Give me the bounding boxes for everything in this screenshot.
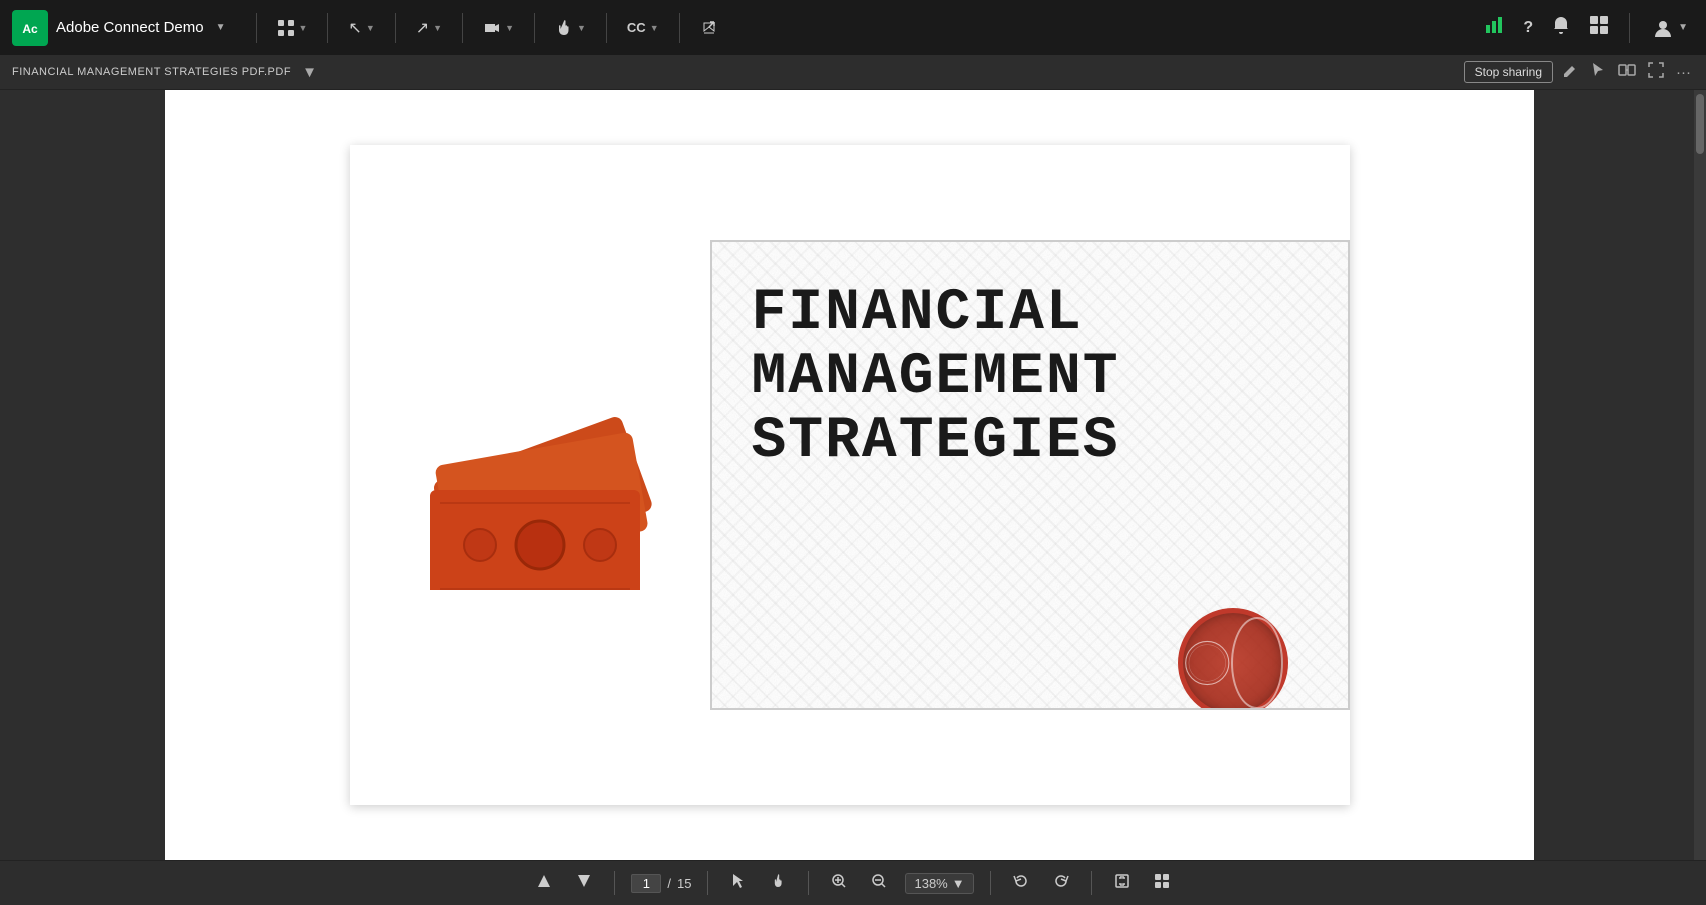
- next-page-button[interactable]: [570, 869, 598, 898]
- main-area: FINANCIAL MANAGEMENT STRATEGIES: [0, 90, 1706, 860]
- pdf-title-area: FINANCIAL MANAGEMENT STRATEGIES: [710, 240, 1350, 710]
- redo-button[interactable]: [1047, 869, 1075, 898]
- nav-divider-5: [534, 13, 535, 43]
- stop-sharing-button[interactable]: Stop sharing: [1464, 61, 1553, 83]
- zoom-dropdown-arrow: ▼: [952, 876, 965, 891]
- cc-dropdown-arrow: ▼: [650, 23, 659, 33]
- notifications-button[interactable]: [1547, 11, 1575, 44]
- zoom-out-button[interactable]: [865, 869, 893, 898]
- previous-page-button[interactable]: [530, 869, 558, 898]
- share-button[interactable]: [694, 15, 724, 41]
- pointer-icon: ↗: [416, 18, 429, 38]
- document-title: FINANCIAL MANAGEMENT STRATEGIES PDF.PDF: [12, 66, 291, 78]
- user-menu-button[interactable]: ▼: [1646, 13, 1694, 43]
- pdf-title-line1: FINANCIAL: [752, 282, 1308, 346]
- money-icon-svg: [380, 360, 680, 590]
- cursor-icon: ↖: [348, 18, 361, 38]
- page-info: / 15: [631, 874, 691, 893]
- red-circular-stamp: [1178, 608, 1288, 710]
- doc-bar-left: FINANCIAL MANAGEMENT STRATEGIES PDF.PDF …: [12, 61, 1464, 84]
- pointer-tool-icon[interactable]: [1587, 59, 1609, 85]
- top-right-divider: [1629, 13, 1630, 43]
- app-name-dropdown-icon[interactable]: ▼: [216, 22, 226, 33]
- nav-divider-1: [256, 13, 257, 43]
- svg-text:Ac: Ac: [22, 22, 38, 36]
- stamp-text-container: FINANCIAL MANAGEMENT STRATEGIES: [712, 242, 1348, 513]
- cc-button[interactable]: CC ▼: [621, 16, 665, 39]
- fullscreen-icon[interactable]: [1645, 59, 1667, 85]
- pdf-page: FINANCIAL MANAGEMENT STRATEGIES: [350, 145, 1350, 805]
- toolbar-divider-4: [990, 871, 991, 895]
- edit-tool-icon[interactable]: [1559, 59, 1581, 85]
- top-bar-right: ? ▼: [1481, 11, 1694, 44]
- total-pages: 15: [677, 876, 691, 891]
- more-options-icon[interactable]: ···: [1673, 61, 1694, 84]
- pointer-tool-button[interactable]: ↗ ▼: [410, 14, 448, 42]
- top-navigation-bar: Ac Adobe Connect Demo ▼ ▼ ↖ ▼ ↗ ▼ ▼ ▼: [0, 0, 1706, 55]
- nav-divider-2: [327, 13, 328, 43]
- cc-label: CC: [627, 20, 646, 35]
- doc-bar-right: Stop sharing ···: [1464, 58, 1694, 86]
- document-bar: FINANCIAL MANAGEMENT STRATEGIES PDF.PDF …: [0, 55, 1706, 90]
- nav-divider-3: [395, 13, 396, 43]
- fit-page-button[interactable]: [1108, 869, 1136, 898]
- pdf-money-illustration: [350, 360, 710, 590]
- page-separator: /: [667, 876, 671, 891]
- user-dropdown-arrow: ▼: [1678, 22, 1688, 33]
- help-button[interactable]: ?: [1519, 15, 1537, 41]
- stamp-svg: [1183, 618, 1232, 708]
- doc-title-dropdown[interactable]: ▼: [299, 61, 320, 84]
- zoom-level-text: 138%: [914, 876, 947, 891]
- hand-dropdown-arrow: ▼: [577, 23, 586, 33]
- zoom-level-button[interactable]: 138% ▼: [905, 873, 973, 894]
- nav-divider-4: [462, 13, 463, 43]
- grid-dropdown-arrow: ▼: [299, 23, 308, 33]
- pointer-dropdown-arrow: ▼: [433, 23, 442, 33]
- app-logo: Ac: [12, 10, 48, 46]
- cursor-dropdown-arrow: ▼: [366, 23, 375, 33]
- toolbar-divider-1: [614, 871, 615, 895]
- nav-divider-6: [606, 13, 607, 43]
- left-sidebar: [0, 90, 165, 860]
- right-sidebar: [1534, 90, 1694, 860]
- vertical-scrollbar[interactable]: [1694, 90, 1706, 860]
- undo-button[interactable]: [1007, 869, 1035, 898]
- pdf-title-line2: MANAGEMENT: [752, 346, 1308, 410]
- hand-tool-button[interactable]: ▼: [549, 15, 592, 41]
- analytics-button[interactable]: [1481, 11, 1509, 44]
- toolbar-divider-3: [808, 871, 809, 895]
- scrollbar-thumb[interactable]: [1696, 94, 1704, 154]
- stamp-box: FINANCIAL MANAGEMENT STRATEGIES: [710, 240, 1350, 710]
- camera-tool-button[interactable]: ▼: [477, 15, 520, 41]
- nav-divider-7: [679, 13, 680, 43]
- toolbar-divider-2: [707, 871, 708, 895]
- pdf-title-line3: STRATEGIES: [752, 410, 1308, 474]
- app-name: Adobe Connect Demo: [56, 19, 204, 36]
- current-page-input[interactable]: [631, 874, 661, 893]
- toolbar-divider-5: [1091, 871, 1092, 895]
- zoom-in-button[interactable]: [825, 869, 853, 898]
- camera-dropdown-arrow: ▼: [505, 23, 514, 33]
- grid-menu-button[interactable]: ▼: [271, 15, 314, 41]
- thumbnail-view-button[interactable]: [1148, 869, 1176, 898]
- cursor-tool-button[interactable]: ↖ ▼: [342, 14, 380, 42]
- bottom-toolbar: / 15 138% ▼: [0, 860, 1706, 905]
- pdf-viewer: FINANCIAL MANAGEMENT STRATEGIES: [165, 90, 1534, 860]
- select-cursor-button[interactable]: [724, 869, 752, 898]
- layout-button[interactable]: [1585, 11, 1613, 44]
- sync-views-icon[interactable]: [1615, 58, 1639, 86]
- pan-tool-button[interactable]: [764, 869, 792, 898]
